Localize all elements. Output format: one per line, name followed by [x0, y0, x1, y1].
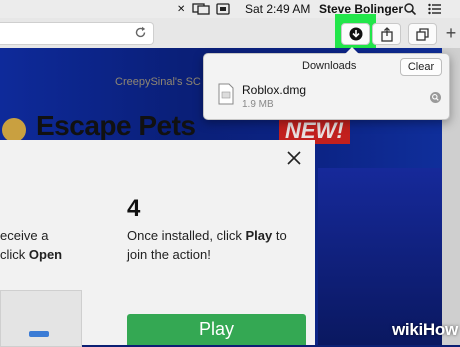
address-bar[interactable] [0, 22, 154, 45]
downloads-button[interactable] [341, 23, 370, 45]
downloads-popover: Downloads Clear Roblox.dmg 1.9 MB [203, 47, 450, 120]
scene-image [318, 168, 442, 345]
share-button[interactable] [372, 23, 401, 45]
downloads-title: Downloads [302, 60, 357, 72]
wikihow-watermark: wikiHow [392, 320, 458, 339]
step3-open: Open [28, 247, 63, 262]
menu-bar: ✕ Sat 2:49 AM Steve Bolinger [0, 0, 460, 19]
download-arrow-icon [349, 27, 362, 41]
clear-button[interactable]: Clear [400, 58, 442, 76]
step4-text: Once installed, click Play to join the a… [127, 226, 312, 264]
search-icon[interactable] [404, 3, 417, 18]
step3-line2-prefix: click [0, 247, 29, 262]
file-size: 1.9 MB [242, 99, 274, 110]
new-tab-button[interactable]: + [442, 23, 460, 43]
display-mirror-icon[interactable] [192, 3, 210, 18]
caption-icon[interactable] [216, 3, 230, 18]
step3-line1: eceive a [0, 228, 49, 243]
download-item[interactable]: Roblox.dmg 1.9 MB [204, 78, 449, 118]
share-icon [380, 26, 393, 42]
close-icon[interactable] [286, 150, 302, 171]
step4-text-prefix: Once installed, click [127, 228, 246, 243]
installer-screenshot [0, 290, 82, 347]
disk-image-file-icon [218, 83, 234, 110]
reveal-in-finder-icon[interactable] [430, 90, 441, 108]
clock[interactable]: Sat 2:49 AM [245, 2, 310, 16]
tabs-overview-button[interactable] [408, 23, 437, 45]
step4-line2: join the action! [127, 247, 211, 262]
game-title-icon [2, 118, 26, 142]
installer-button-thumb [29, 331, 49, 337]
play-button[interactable]: Play [127, 314, 306, 345]
step4-number: 4 [127, 195, 141, 222]
reload-icon[interactable] [134, 26, 147, 44]
step4-text-suffix: to [272, 228, 287, 243]
tabs-icon [415, 27, 429, 41]
x-icon[interactable]: ✕ [177, 3, 185, 17]
banner-text: CreepySinal's SC [115, 76, 201, 88]
game-title: Escape Pets [36, 110, 196, 141]
step4-play: Play [245, 228, 273, 243]
file-name: Roblox.dmg [242, 83, 307, 97]
step3-line2: click Open [0, 245, 62, 264]
list-icon[interactable] [428, 3, 442, 18]
